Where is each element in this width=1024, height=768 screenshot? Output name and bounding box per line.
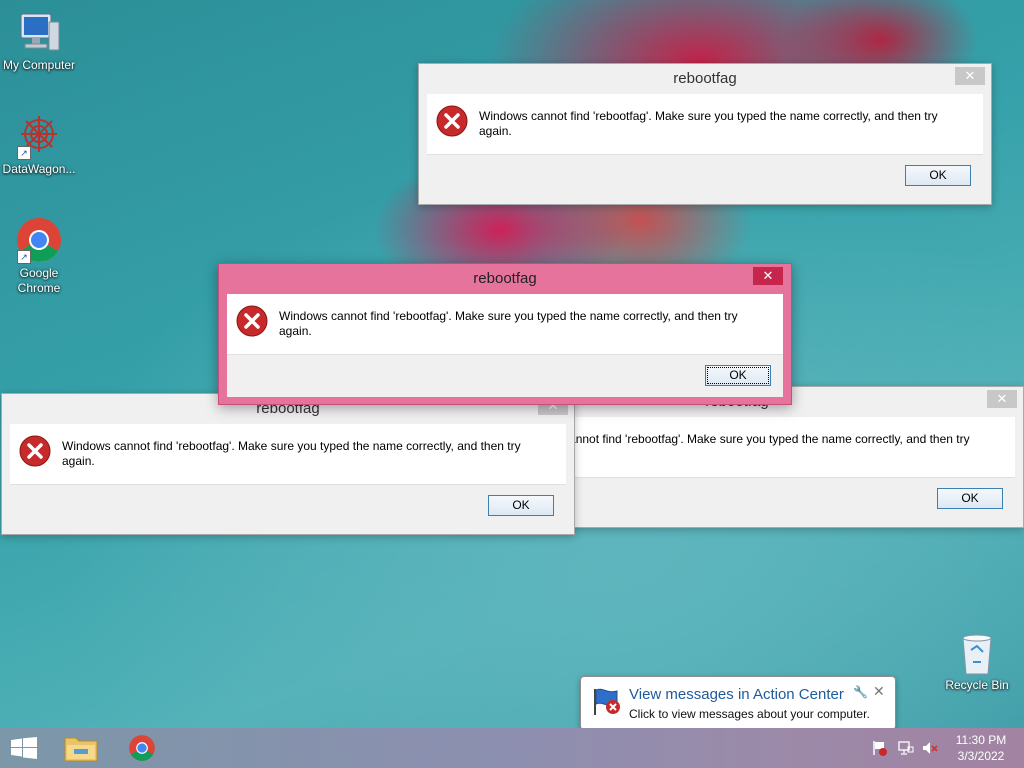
dialog-title: rebootfag xyxy=(673,70,737,87)
dialog-footer: OK xyxy=(10,484,566,527)
desktop: My Computer ↗ DataWagon... ↗ Google Chro… xyxy=(0,0,1024,768)
clock-time: 11:30 PM xyxy=(955,733,1007,747)
start-button[interactable] xyxy=(0,728,56,768)
desktop-icon-label: My Computer xyxy=(2,58,76,72)
chrome-icon xyxy=(129,735,155,761)
clock-date: 3/3/2022 xyxy=(957,749,1005,763)
ok-button[interactable]: OK xyxy=(488,495,554,516)
folder-icon xyxy=(64,737,98,762)
ok-button[interactable]: OK xyxy=(905,165,971,186)
wrench-icon[interactable]: 🔧 xyxy=(853,685,868,699)
error-icon xyxy=(436,105,468,137)
dialog-footer: OK xyxy=(427,154,983,197)
dialog-footer: OK xyxy=(227,354,783,397)
taskbar: 11:30 PM 3/3/2022 xyxy=(0,728,1024,768)
desktop-icon-datawagon[interactable]: ↗ DataWagon... xyxy=(0,112,78,177)
desktop-icon-label: DataWagon... xyxy=(2,162,76,176)
action-center-notification[interactable]: View messages in Action Center Click to … xyxy=(580,676,896,741)
desktop-icon-google-chrome[interactable]: ↗ Google Chrome xyxy=(0,216,78,296)
error-message: Windows cannot find 'rebootfag'. Make su… xyxy=(479,109,938,138)
error-message: Windows cannot find 'rebootfag'. Make su… xyxy=(62,439,521,468)
desktop-icon-label: Google Chrome xyxy=(17,266,61,295)
notification-subtitle: Click to view messages about your comput… xyxy=(629,707,870,721)
system-clock[interactable]: 11:30 PM 3/3/2022 xyxy=(944,732,1018,764)
file-explorer-button[interactable] xyxy=(56,728,112,768)
shortcut-arrow-icon: ↗ xyxy=(17,146,31,160)
notification-close-button[interactable]: ✕ xyxy=(873,683,885,700)
error-icon xyxy=(19,435,51,467)
action-center-tray-icon[interactable] xyxy=(872,740,888,756)
computer-icon xyxy=(15,8,63,56)
desktop-icon-my-computer[interactable]: My Computer xyxy=(0,8,78,73)
network-icon[interactable] xyxy=(898,740,914,756)
dialog-content: Windows cannot find 'rebootfag'. Make su… xyxy=(227,294,783,354)
error-dialog[interactable]: rebootfag ✕ Windows cannot find 'rebootf… xyxy=(418,63,992,205)
windows-logo-icon xyxy=(11,737,37,759)
shortcut-arrow-icon: ↗ xyxy=(17,250,31,264)
error-dialog[interactable]: rebootfag ✕ Windows cannot find 'rebootf… xyxy=(1,393,575,535)
action-center-flag-icon xyxy=(594,688,620,715)
desktop-icon-label: Recycle Bin xyxy=(945,678,1009,692)
dialog-content: Windows cannot find 'rebootfag'. Make su… xyxy=(10,424,566,484)
dialog-content: Windows cannot find 'rebootfag'. Make su… xyxy=(427,94,983,154)
chrome-taskbar-button[interactable] xyxy=(116,728,172,768)
close-button[interactable]: ✕ xyxy=(987,390,1017,408)
error-message: Windows cannot find 'rebootfag'. Make su… xyxy=(511,432,970,461)
error-dialog-active[interactable]: rebootfag ✕ Windows cannot find 'rebootf… xyxy=(218,263,792,405)
error-message: Windows cannot find 'rebootfag'. Make su… xyxy=(279,309,738,338)
recycle-bin-icon xyxy=(957,632,997,676)
desktop-icon-recycle-bin[interactable]: Recycle Bin xyxy=(938,632,1016,693)
volume-muted-icon[interactable] xyxy=(922,740,938,756)
datawagon-icon: ↗ xyxy=(15,112,63,160)
chrome-icon: ↗ xyxy=(15,216,63,264)
close-button[interactable]: ✕ xyxy=(955,67,985,85)
notification-title: View messages in Action Center xyxy=(629,686,844,703)
dialog-title: rebootfag xyxy=(473,270,537,287)
error-icon xyxy=(236,305,268,337)
close-button[interactable]: ✕ xyxy=(753,267,783,285)
ok-button[interactable]: OK xyxy=(937,488,1003,509)
ok-button[interactable]: OK xyxy=(705,365,771,386)
